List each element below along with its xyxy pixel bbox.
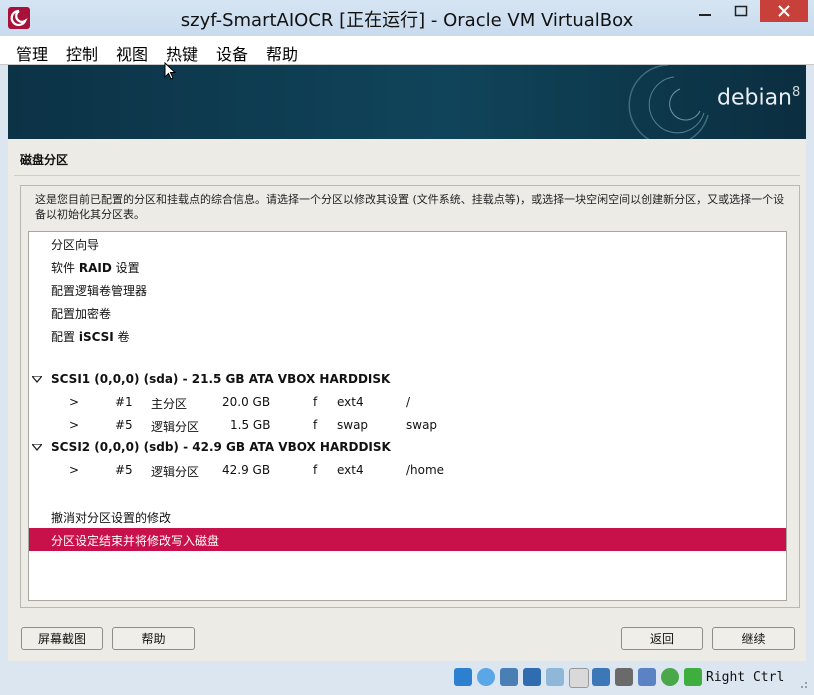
menu-view[interactable]: 视图 xyxy=(116,41,148,65)
usb-icon[interactable] xyxy=(546,668,564,686)
expand-triangle-icon xyxy=(32,444,42,451)
action-label: 撤消对分区设置的修改 xyxy=(51,511,172,525)
resize-grip-icon[interactable] xyxy=(796,677,808,689)
partition-row[interactable]: > #1 主分区 20.0 GB f ext4 / xyxy=(29,391,786,414)
option-configure-lvm[interactable]: 配置逻辑卷管理器 xyxy=(29,278,786,301)
partition-arrow: > xyxy=(69,463,80,477)
partition-flag: f xyxy=(313,418,318,432)
partition-type: 逻辑分区 xyxy=(151,465,200,479)
disk-label: SCSI1 (0,0,0) (sda) - 21.5 GB ATA VBOX H… xyxy=(51,372,391,386)
menu-help[interactable]: 帮助 xyxy=(266,41,298,65)
partition-type: 主分区 xyxy=(151,397,188,411)
option-label: 配置加密卷 xyxy=(51,307,112,321)
partition-number: #1 xyxy=(115,395,133,409)
disk-row-sdb[interactable]: SCSI2 (0,0,0) (sdb) - 42.9 GB ATA VBOX H… xyxy=(29,436,786,459)
page-title: 磁盘分区 xyxy=(20,153,69,167)
close-button[interactable] xyxy=(760,0,808,22)
disk-row-sda[interactable]: SCSI1 (0,0,0) (sda) - 21.5 GB ATA VBOX H… xyxy=(29,368,786,391)
partition-arrow: > xyxy=(69,418,80,432)
back-button[interactable]: 返回 xyxy=(621,627,703,650)
partition-filesystem: ext4 xyxy=(337,395,364,409)
option-label: 分区向导 xyxy=(51,238,100,252)
partition-size: 42.9 GB xyxy=(222,463,271,477)
screenshot-button[interactable]: 屏幕截图 xyxy=(21,627,103,650)
partition-flag: f xyxy=(313,463,318,477)
option-software-raid[interactable]: 软件 RAID 设置 xyxy=(29,255,786,278)
option-configure-iscsi[interactable]: 配置 iSCSI 卷 xyxy=(29,324,786,347)
partition-size: 1.5 GB xyxy=(230,418,271,432)
partition-size: 20.0 GB xyxy=(222,395,271,409)
option-label: 配置 iSCSI 卷 xyxy=(51,330,130,344)
network-icon[interactable] xyxy=(523,668,541,686)
shared-folders-icon[interactable] xyxy=(569,668,589,688)
debian-logo: debian8 xyxy=(717,85,800,110)
action-undo-changes[interactable]: 撤消对分区设置的修改 xyxy=(29,505,786,528)
partition-row[interactable]: > #5 逻辑分区 42.9 GB f ext4 /home xyxy=(29,459,786,482)
video-capture-icon[interactable] xyxy=(615,668,633,686)
partition-list[interactable]: 分区向导 软件 RAID 设置 配置逻辑卷管理器 配置加密卷 配置 iSCSI … xyxy=(28,231,787,601)
partition-mount: / xyxy=(406,395,411,409)
disk-label: SCSI2 (0,0,0) (sdb) - 42.9 GB ATA VBOX H… xyxy=(51,440,391,454)
continue-button[interactable]: 继续 xyxy=(712,627,795,650)
page-description: 这是您目前已配置的分区和挂载点的综合信息。请选择一个分区以修改其设置 (文件系统… xyxy=(35,193,785,221)
menu-manage[interactable]: 管理 xyxy=(16,41,48,65)
action-label: 分区设定结束并将修改写入磁盘 xyxy=(51,534,220,548)
partition-number: #5 xyxy=(115,463,133,477)
audio-icon[interactable] xyxy=(500,668,518,686)
partition-arrow: > xyxy=(69,395,80,409)
debian-logo-version: 8 xyxy=(792,85,801,100)
menu-control[interactable]: 控制 xyxy=(66,41,98,65)
host-key-label: Right Ctrl xyxy=(706,670,785,685)
partition-flag: f xyxy=(313,395,318,409)
expand-triangle-icon xyxy=(32,376,42,383)
maximize-button[interactable] xyxy=(724,0,758,22)
title-bar: szyf-SmartAIOCR [正在运行] - Oracle VM Virtu… xyxy=(0,0,814,36)
debian-banner: debian8 xyxy=(8,65,806,139)
mouse-cursor-icon xyxy=(164,62,176,80)
partition-mount: swap xyxy=(406,418,438,432)
partition-filesystem: swap xyxy=(337,418,369,432)
option-label: 软件 RAID 设置 xyxy=(51,261,140,275)
virtualization-icon[interactable] xyxy=(638,668,656,686)
menu-bar: 管理 控制 视图 热键 设备 帮助 xyxy=(0,36,814,65)
option-label: 配置逻辑卷管理器 xyxy=(51,284,148,298)
close-icon xyxy=(778,5,790,17)
title-divider xyxy=(14,175,800,176)
debian-logo-text: debian xyxy=(717,85,793,111)
partition-mount: /home xyxy=(406,463,445,477)
partition-row[interactable]: > #5 逻辑分区 1.5 GB f swap swap xyxy=(29,414,786,437)
mouse-integration-icon[interactable] xyxy=(661,668,679,686)
menu-devices[interactable]: 设备 xyxy=(216,41,248,65)
help-button[interactable]: 帮助 xyxy=(112,627,195,650)
hard-disk-icon[interactable] xyxy=(454,668,472,686)
minimize-button[interactable] xyxy=(688,0,722,22)
option-configure-encryption[interactable]: 配置加密卷 xyxy=(29,301,786,324)
action-finish-partitioning[interactable]: 分区设定结束并将修改写入磁盘 xyxy=(29,528,786,551)
content-frame: 这是您目前已配置的分区和挂载点的综合信息。请选择一个分区以修改其设置 (文件系统… xyxy=(20,185,800,608)
keyboard-capture-icon[interactable] xyxy=(684,668,702,686)
guest-screen[interactable]: debian8 磁盘分区 这是您目前已配置的分区和挂载点的综合信息。请选择一个分… xyxy=(8,65,806,661)
optical-drive-icon[interactable] xyxy=(477,668,495,686)
status-bar: Right Ctrl xyxy=(0,661,814,695)
partition-filesystem: ext4 xyxy=(337,463,364,477)
partition-number: #5 xyxy=(115,418,133,432)
display-icon[interactable] xyxy=(592,668,610,686)
partition-type: 逻辑分区 xyxy=(151,420,200,434)
option-guided-partitioning[interactable]: 分区向导 xyxy=(29,232,786,255)
